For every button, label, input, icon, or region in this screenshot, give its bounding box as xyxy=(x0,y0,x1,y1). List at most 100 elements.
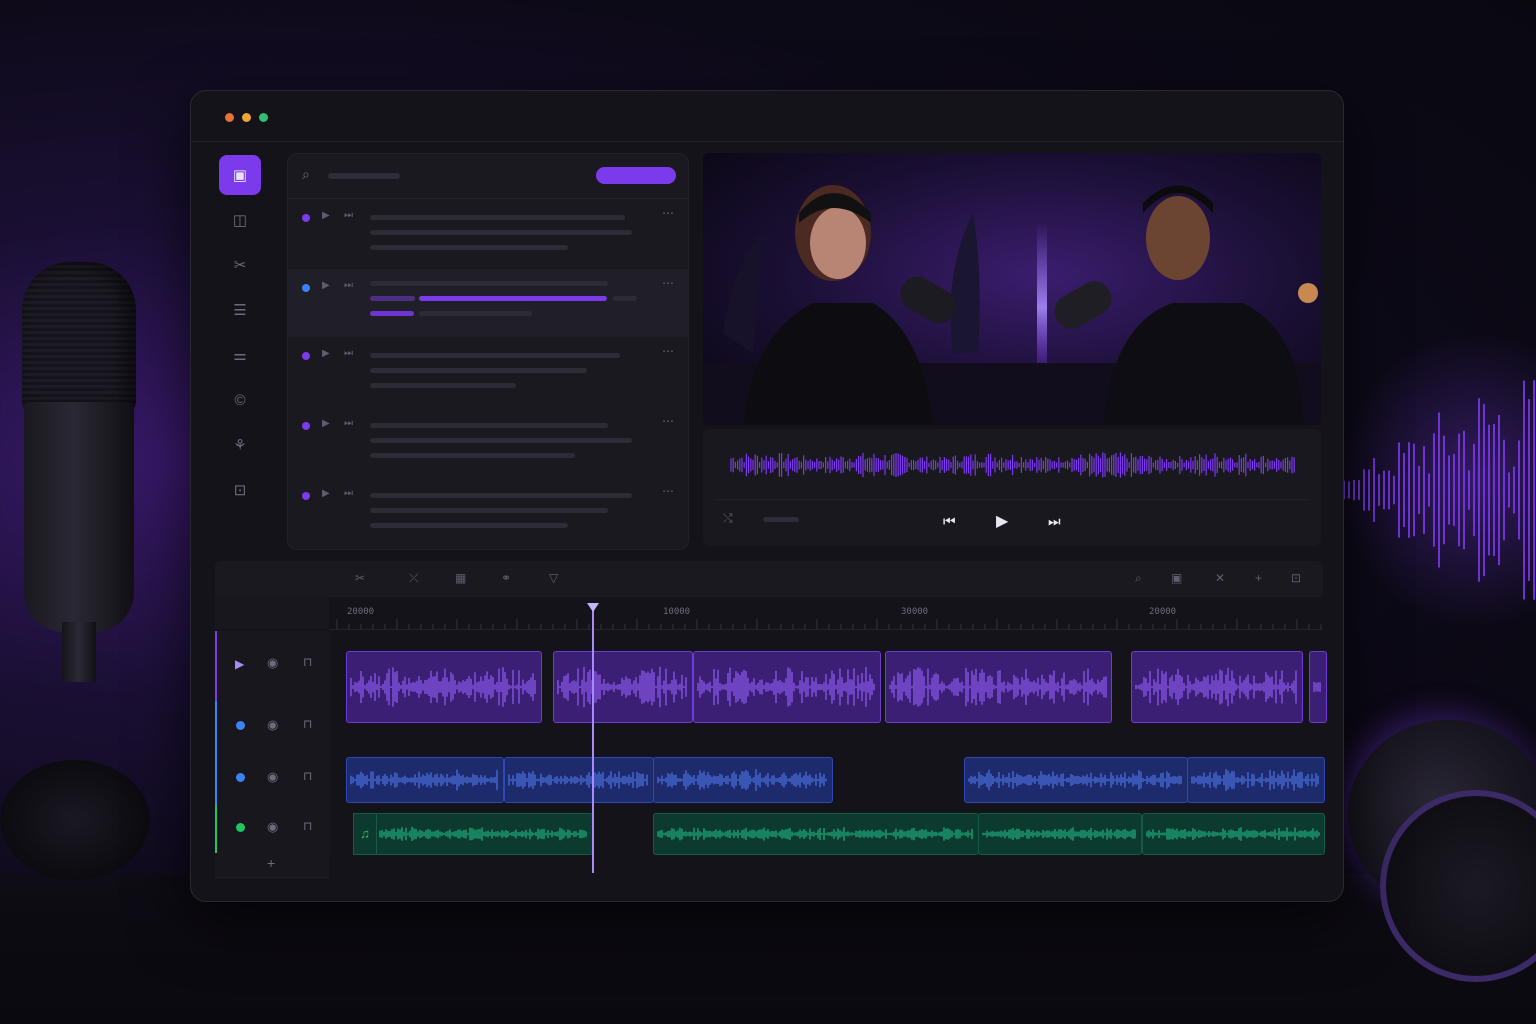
voice-clip-b[interactable] xyxy=(964,757,1188,803)
voice-clip-b[interactable] xyxy=(504,757,654,803)
sidebar-item-media[interactable]: ◫ xyxy=(219,200,261,240)
play-icon[interactable]: ▶ xyxy=(996,511,1008,531)
track-color-dot xyxy=(236,721,245,730)
visibility-eye-icon[interactable]: ◉ xyxy=(267,769,278,785)
box-icon[interactable]: ▣ xyxy=(1171,571,1182,585)
shuffle-icon[interactable]: ⤭ xyxy=(723,511,733,526)
marker-icon[interactable]: ▽ xyxy=(549,571,558,585)
playhead-handle[interactable] xyxy=(587,603,599,612)
voice-clip-b[interactable] xyxy=(653,757,833,803)
skip-icon[interactable]: ⏭ xyxy=(344,418,353,429)
sidebar-item-adjust[interactable]: ⚌ xyxy=(219,335,261,375)
episode-text-line xyxy=(370,523,568,528)
episode-text-line xyxy=(370,453,575,458)
sliders-icon: ⚌ xyxy=(233,347,247,364)
episode-rows: ▶ ⏭ ⋯ ▶ ⏭ ⋯ ▶ ⏭ ⋯ ▶ ⏭ ⋯ ▶ ⏭ ⋯ xyxy=(288,199,688,547)
track-header-music[interactable]: ◉ ⊓ xyxy=(215,805,331,854)
search-input[interactable] xyxy=(328,173,400,179)
sidebar-item-list[interactable]: ☰ xyxy=(219,290,261,330)
next-icon[interactable]: ⏭ xyxy=(1048,513,1061,530)
visibility-eye-icon[interactable]: ◉ xyxy=(267,717,278,733)
cut-icon: ✂ xyxy=(233,257,247,274)
add-track-button[interactable]: + xyxy=(267,855,275,871)
close-icon[interactable]: ✕ xyxy=(1215,571,1225,585)
search-icon[interactable]: ⌕ xyxy=(302,166,310,183)
episode-text-line xyxy=(370,353,620,358)
sidebar-item-captions[interactable]: ▣ xyxy=(219,155,261,195)
grid-icon[interactable]: ▦ xyxy=(455,571,466,585)
skip-icon[interactable]: ⏭ xyxy=(344,348,353,359)
transcript-highlight xyxy=(419,296,607,301)
visibility-eye-icon[interactable]: ◉ xyxy=(267,819,278,835)
split-icon[interactable]: ⤫ xyxy=(409,571,419,586)
more-options-icon[interactable]: ⋯ xyxy=(662,344,675,358)
more-options-icon[interactable]: ⋯ xyxy=(662,414,675,428)
voice-clip-a[interactable] xyxy=(1309,651,1327,723)
episode-text-line xyxy=(370,438,632,443)
voice-clip-a[interactable] xyxy=(1131,651,1303,723)
playhead[interactable] xyxy=(592,603,594,873)
skip-icon[interactable]: ⏭ xyxy=(344,280,353,291)
episode-text-line xyxy=(370,368,587,373)
music-clip[interactable] xyxy=(375,813,593,855)
voice-clip-a[interactable] xyxy=(346,651,542,723)
status-dot xyxy=(302,284,310,292)
play-icon[interactable]: ▶ xyxy=(322,418,330,429)
more-options-icon[interactable]: ⋯ xyxy=(662,206,675,220)
voice-clip-b[interactable] xyxy=(346,757,504,803)
play-icon[interactable]: ▶ xyxy=(322,210,330,221)
play-icon[interactable]: ▶ xyxy=(235,657,244,671)
transcript-highlight xyxy=(613,296,637,301)
episode-text-line xyxy=(370,423,608,428)
music-clip[interactable] xyxy=(978,813,1142,855)
sidebar: ▣ ◫ ✂ ☰ ⚌ © ⚘ ⊡ xyxy=(219,155,263,515)
minimize-button[interactable] xyxy=(242,113,251,122)
maximize-button[interactable] xyxy=(259,113,268,122)
skip-icon[interactable]: ⏭ xyxy=(344,210,353,221)
visibility-eye-icon[interactable]: ◉ xyxy=(267,655,278,671)
episode-row[interactable]: ▶ ⏭ ⋯ xyxy=(288,199,688,269)
sidebar-item-export[interactable]: ⊡ xyxy=(219,470,261,510)
add-icon[interactable]: + xyxy=(1255,571,1262,585)
lock-icon[interactable]: ⊓ xyxy=(303,655,312,669)
lock-icon[interactable]: ⊓ xyxy=(303,717,312,731)
previous-icon[interactable]: ⏮ xyxy=(943,513,956,530)
new-episode-button[interactable] xyxy=(596,167,676,184)
voice-clip-a[interactable] xyxy=(885,651,1112,723)
cut-icon[interactable]: ✂ xyxy=(355,571,365,585)
episode-text-line xyxy=(370,493,632,498)
sidebar-item-rights[interactable]: © xyxy=(219,380,261,420)
episode-row[interactable]: ▶ ⏭ ⋯ xyxy=(288,477,688,547)
episode-row[interactable]: ▶ ⏭ ⋯ xyxy=(288,337,688,407)
ruler-label: 20000 xyxy=(1149,607,1177,617)
voice-clip-a[interactable] xyxy=(553,651,693,723)
more-options-icon[interactable]: ⋯ xyxy=(662,484,675,498)
more-options-icon[interactable]: ⋯ xyxy=(662,276,675,290)
track-header-3[interactable]: ◉ ⊓ xyxy=(215,753,331,806)
music-clip[interactable] xyxy=(1142,813,1325,855)
play-icon[interactable]: ▶ xyxy=(322,280,330,291)
track-color-dot xyxy=(236,773,245,782)
studio-microphone xyxy=(22,262,136,682)
voice-clip-a[interactable] xyxy=(693,651,881,723)
track-header-voice-a[interactable]: ▶ ◉ ⊓ xyxy=(215,631,331,702)
mic-stand-base xyxy=(0,760,150,880)
episode-row[interactable]: ▶ ⏭ ⋯ xyxy=(288,407,688,477)
close-button[interactable] xyxy=(225,113,234,122)
voice-clip-b[interactable] xyxy=(1187,757,1325,803)
play-icon[interactable]: ▶ xyxy=(322,488,330,499)
music-clip[interactable] xyxy=(653,813,979,855)
skip-icon[interactable]: ⏭ xyxy=(344,488,353,499)
sidebar-item-cut[interactable]: ✂ xyxy=(219,245,261,285)
lock-icon[interactable]: ⊓ xyxy=(303,769,312,783)
link-icon[interactable]: ⚭ xyxy=(501,571,511,585)
sidebar-item-share[interactable]: ⚘ xyxy=(219,425,261,465)
episode-row[interactable]: ▶ ⏭ ⋯ xyxy=(288,269,688,337)
music-note-icon: ♫ xyxy=(353,813,377,855)
fit-icon[interactable]: ⊡ xyxy=(1291,571,1301,585)
play-icon[interactable]: ▶ xyxy=(322,348,330,359)
track-header-2[interactable]: ◉ ⊓ xyxy=(215,701,331,754)
lock-icon[interactable]: ⊓ xyxy=(303,819,312,833)
zoom-icon[interactable]: ⌕ xyxy=(1135,571,1142,586)
audio-player: ⤭ ⏮ ▶ ⏭ xyxy=(703,429,1321,546)
